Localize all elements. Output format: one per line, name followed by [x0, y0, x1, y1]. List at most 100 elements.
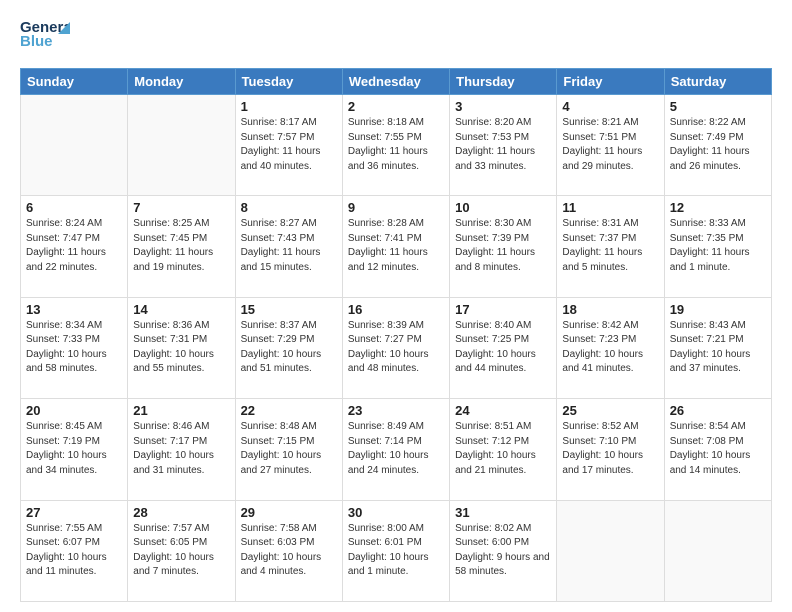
day-info: Sunrise: 8:02 AM Sunset: 6:00 PM Dayligh… — [455, 522, 551, 580]
calendar-table: SundayMondayTuesdayWednesdayThursdayFrid… — [20, 68, 772, 602]
week-row-1: 1Sunrise: 8:17 AM Sunset: 7:57 PM Daylig… — [21, 95, 772, 196]
day-number: 22 — [241, 403, 337, 418]
day-info: Sunrise: 8:46 AM Sunset: 7:17 PM Dayligh… — [133, 420, 229, 478]
calendar-cell: 2 Sunrise: 8:18 AM Sunset: 7:55 PM Daylig… — [342, 95, 449, 196]
day-info: Sunrise: 8:37 AM Sunset: 7:29 PM Dayligh… — [241, 319, 337, 377]
week-row-4: 20 Sunrise: 8:45 AM Sunset: 7:19 PM Dayli… — [21, 399, 772, 500]
weekday-header-tuesday: Tuesday — [235, 69, 342, 95]
calendar-cell: 26 Sunrise: 8:54 AM Sunset: 7:08 PM Dayli… — [664, 399, 771, 500]
day-number: 28 — [133, 505, 229, 520]
day-number: 18 — [562, 302, 658, 317]
day-info: Sunrise: 8:33 AM Sunset: 7:35 PM Dayligh… — [670, 217, 766, 275]
day-info: Sunrise: 8:24 AM Sunset: 7:47 PM Dayligh… — [26, 217, 122, 275]
weekday-header-sunday: Sunday — [21, 69, 128, 95]
day-number: 19 — [670, 302, 766, 317]
day-number: 4 — [562, 99, 658, 114]
day-number: 14 — [133, 302, 229, 317]
weekday-header-row: SundayMondayTuesdayWednesdayThursdayFrid… — [21, 69, 772, 95]
day-info: Sunrise: 8:25 AM Sunset: 7:45 PM Dayligh… — [133, 217, 229, 275]
calendar-cell: 30 Sunrise: 8:00 AM Sunset: 6:01 PM Dayli… — [342, 500, 449, 601]
day-info: Sunrise: 8:28 AM Sunset: 7:41 PM Dayligh… — [348, 217, 444, 275]
day-number: 3 — [455, 99, 551, 114]
day-info: Sunrise: 8:54 AM Sunset: 7:08 PM Dayligh… — [670, 420, 766, 478]
day-number: 8 — [241, 200, 337, 215]
day-number: 26 — [670, 403, 766, 418]
day-info: Sunrise: 8:39 AM Sunset: 7:27 PM Dayligh… — [348, 319, 444, 377]
day-number: 21 — [133, 403, 229, 418]
calendar-cell: 22 Sunrise: 8:48 AM Sunset: 7:15 PM Dayli… — [235, 399, 342, 500]
header: General Blue — [20, 16, 772, 58]
calendar-cell: 9 Sunrise: 8:28 AM Sunset: 7:41 PM Daylig… — [342, 196, 449, 297]
day-info: Sunrise: 8:51 AM Sunset: 7:12 PM Dayligh… — [455, 420, 551, 478]
calendar-cell: 10Sunrise: 8:30 AM Sunset: 7:39 PM Dayli… — [450, 196, 557, 297]
day-info: Sunrise: 8:21 AM Sunset: 7:51 PM Dayligh… — [562, 116, 658, 174]
calendar-cell: 6 Sunrise: 8:24 AM Sunset: 7:47 PM Daylig… — [21, 196, 128, 297]
logo-icon: General Blue — [20, 16, 70, 58]
day-info: Sunrise: 8:31 AM Sunset: 7:37 PM Dayligh… — [562, 217, 658, 275]
week-row-2: 6 Sunrise: 8:24 AM Sunset: 7:47 PM Daylig… — [21, 196, 772, 297]
logo: General Blue — [20, 16, 70, 58]
day-number: 27 — [26, 505, 122, 520]
calendar-cell — [557, 500, 664, 601]
calendar-cell: 24 Sunrise: 8:51 AM Sunset: 7:12 PM Dayli… — [450, 399, 557, 500]
day-number: 25 — [562, 403, 658, 418]
calendar-cell: 16Sunrise: 8:39 AM Sunset: 7:27 PM Dayli… — [342, 297, 449, 398]
day-info: Sunrise: 8:43 AM Sunset: 7:21 PM Dayligh… — [670, 319, 766, 377]
day-info: Sunrise: 8:20 AM Sunset: 7:53 PM Dayligh… — [455, 116, 551, 174]
day-number: 13 — [26, 302, 122, 317]
calendar-cell: 17 Sunrise: 8:40 AM Sunset: 7:25 PM Dayli… — [450, 297, 557, 398]
day-info: Sunrise: 7:57 AM Sunset: 6:05 PM Dayligh… — [133, 522, 229, 580]
calendar-cell: 11Sunrise: 8:31 AM Sunset: 7:37 PM Dayli… — [557, 196, 664, 297]
calendar-cell: 4 Sunrise: 8:21 AM Sunset: 7:51 PM Daylig… — [557, 95, 664, 196]
calendar-cell: 29Sunrise: 7:58 AM Sunset: 6:03 PM Dayli… — [235, 500, 342, 601]
weekday-header-monday: Monday — [128, 69, 235, 95]
day-number: 5 — [670, 99, 766, 114]
calendar-cell: 7 Sunrise: 8:25 AM Sunset: 7:45 PM Daylig… — [128, 196, 235, 297]
day-number: 7 — [133, 200, 229, 215]
day-info: Sunrise: 8:18 AM Sunset: 7:55 PM Dayligh… — [348, 116, 444, 174]
week-row-5: 27Sunrise: 7:55 AM Sunset: 6:07 PM Dayli… — [21, 500, 772, 601]
calendar-cell: 13 Sunrise: 8:34 AM Sunset: 7:33 PM Dayli… — [21, 297, 128, 398]
calendar-cell: 19 Sunrise: 8:43 AM Sunset: 7:21 PM Dayli… — [664, 297, 771, 398]
calendar-cell: 25 Sunrise: 8:52 AM Sunset: 7:10 PM Dayli… — [557, 399, 664, 500]
week-row-3: 13 Sunrise: 8:34 AM Sunset: 7:33 PM Dayli… — [21, 297, 772, 398]
day-info: Sunrise: 7:58 AM Sunset: 6:03 PM Dayligh… — [241, 522, 337, 580]
weekday-header-thursday: Thursday — [450, 69, 557, 95]
day-info: Sunrise: 8:48 AM Sunset: 7:15 PM Dayligh… — [241, 420, 337, 478]
day-number: 17 — [455, 302, 551, 317]
calendar-cell: 8 Sunrise: 8:27 AM Sunset: 7:43 PM Daylig… — [235, 196, 342, 297]
day-info: Sunrise: 8:27 AM Sunset: 7:43 PM Dayligh… — [241, 217, 337, 275]
day-number: 30 — [348, 505, 444, 520]
day-number: 24 — [455, 403, 551, 418]
calendar-cell: 27Sunrise: 7:55 AM Sunset: 6:07 PM Dayli… — [21, 500, 128, 601]
svg-text:Blue: Blue — [20, 33, 53, 50]
day-number: 2 — [348, 99, 444, 114]
calendar-cell: 5 Sunrise: 8:22 AM Sunset: 7:49 PM Daylig… — [664, 95, 771, 196]
calendar-cell: 21 Sunrise: 8:46 AM Sunset: 7:17 PM Dayli… — [128, 399, 235, 500]
day-info: Sunrise: 8:45 AM Sunset: 7:19 PM Dayligh… — [26, 420, 122, 478]
day-info: Sunrise: 8:00 AM Sunset: 6:01 PM Dayligh… — [348, 522, 444, 580]
day-number: 23 — [348, 403, 444, 418]
day-number: 15 — [241, 302, 337, 317]
day-info: Sunrise: 8:40 AM Sunset: 7:25 PM Dayligh… — [455, 319, 551, 377]
day-info: Sunrise: 8:34 AM Sunset: 7:33 PM Dayligh… — [26, 319, 122, 377]
day-number: 12 — [670, 200, 766, 215]
calendar-cell: 14Sunrise: 8:36 AM Sunset: 7:31 PM Dayli… — [128, 297, 235, 398]
day-info: Sunrise: 8:30 AM Sunset: 7:39 PM Dayligh… — [455, 217, 551, 275]
day-info: Sunrise: 8:52 AM Sunset: 7:10 PM Dayligh… — [562, 420, 658, 478]
day-info: Sunrise: 8:42 AM Sunset: 7:23 PM Dayligh… — [562, 319, 658, 377]
day-info: Sunrise: 8:17 AM Sunset: 7:57 PM Dayligh… — [241, 116, 337, 174]
calendar-cell — [664, 500, 771, 601]
day-number: 31 — [455, 505, 551, 520]
day-number: 9 — [348, 200, 444, 215]
weekday-header-friday: Friday — [557, 69, 664, 95]
calendar-cell — [128, 95, 235, 196]
day-info: Sunrise: 8:22 AM Sunset: 7:49 PM Dayligh… — [670, 116, 766, 174]
weekday-header-saturday: Saturday — [664, 69, 771, 95]
calendar-cell — [21, 95, 128, 196]
calendar-cell: 23Sunrise: 8:49 AM Sunset: 7:14 PM Dayli… — [342, 399, 449, 500]
day-number: 6 — [26, 200, 122, 215]
calendar-cell: 3 Sunrise: 8:20 AM Sunset: 7:53 PM Daylig… — [450, 95, 557, 196]
day-number: 20 — [26, 403, 122, 418]
calendar-page: General Blue SundayMondayTuesdayWednesda… — [0, 0, 792, 612]
